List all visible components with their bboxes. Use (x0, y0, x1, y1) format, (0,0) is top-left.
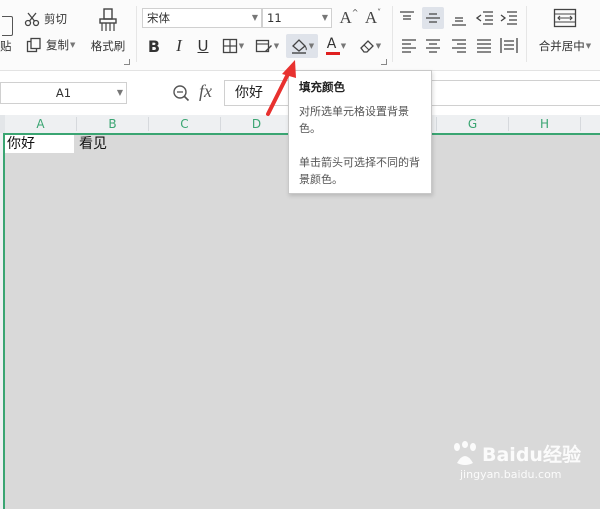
increase-indent-icon[interactable] (500, 11, 518, 25)
borders-button[interactable]: ▼ (218, 35, 248, 57)
zoom-function-icon[interactable] (172, 84, 190, 102)
chevron-down-icon: ▼ (585, 42, 592, 50)
group-separator (526, 6, 527, 62)
align-center-icon[interactable] (425, 39, 441, 53)
italic-icon: I (176, 36, 182, 55)
align-left-icon[interactable] (401, 39, 417, 53)
caret-down-icon: ˅ (377, 7, 382, 17)
merge-cells-icon (553, 8, 577, 28)
active-cell-a1[interactable]: 你好 (5, 135, 74, 153)
cut-button[interactable]: 剪切 (24, 9, 67, 29)
cell-b1[interactable]: 看见 (77, 135, 148, 153)
column-header[interactable]: B (77, 115, 148, 133)
fill-color-button[interactable]: ▼ (286, 34, 318, 58)
align-middle-icon (426, 13, 440, 23)
scissors-icon (24, 12, 40, 27)
name-box[interactable]: A1 ▼ (0, 82, 127, 104)
italic-button[interactable]: I (169, 35, 189, 57)
column-header[interactable]: G (437, 115, 508, 133)
cut-label: 剪切 (44, 12, 67, 26)
copy-button[interactable]: 复制 ▼ (26, 35, 75, 55)
format-painter-label: 格式刷 (90, 39, 126, 53)
group-expander-icon[interactable] (381, 59, 387, 65)
font-color-glyph: A (326, 36, 337, 52)
caret-up-icon: ^ (351, 7, 359, 17)
chevron-down-icon: ▼ (251, 13, 258, 22)
chevron-down-icon: ▼ (238, 42, 245, 50)
paste-label: 贴 (0, 39, 12, 53)
tooltip-description: 对所选单元格设置背景色。 (299, 105, 409, 135)
format-painter-icon (99, 8, 117, 31)
copy-label: 复制 (46, 38, 69, 52)
name-box-value: A1 (55, 86, 72, 100)
distributed-icon[interactable] (500, 37, 518, 54)
bold-button[interactable]: B (144, 35, 164, 57)
chevron-down-icon: ▼ (340, 42, 347, 50)
tooltip-title: 填充颜色 (299, 80, 345, 94)
group-expander-icon[interactable] (124, 59, 130, 65)
cell-style-button[interactable]: ▼ (252, 35, 282, 57)
increase-font-size-icon: A (339, 8, 352, 27)
tooltip-hint: 单击箭头可选择不同的背景颜色。 (299, 156, 420, 186)
copy-icon (26, 37, 41, 53)
chevron-down-icon: ▼ (116, 88, 123, 97)
underline-icon: U (197, 37, 209, 55)
font-name-value: 宋体 (147, 11, 170, 25)
column-header[interactable]: C (149, 115, 220, 133)
merge-center-label: 合并居中 (538, 39, 585, 53)
font-name-select[interactable]: 宋体 ▼ (142, 8, 262, 28)
bold-icon: B (147, 36, 161, 56)
align-bottom-icon[interactable] (451, 13, 467, 27)
align-top-icon[interactable] (399, 11, 415, 25)
borders-icon (222, 38, 237, 54)
align-middle-button[interactable] (422, 7, 444, 29)
justify-icon[interactable] (476, 39, 492, 53)
cell-b1-text: 看见 (79, 136, 107, 152)
watermark-brand: Baidu经验 (482, 444, 581, 466)
formula-input-value: 你好 (235, 85, 263, 101)
group-separator (392, 6, 393, 62)
column-header[interactable]: A (5, 115, 76, 133)
insert-function-icon[interactable]: fx (199, 81, 212, 102)
baidu-watermark: Baidu经验 jingyan.baidu.com (450, 440, 581, 481)
font-color-button[interactable]: A ▼ (322, 35, 350, 57)
paw-logo-icon (454, 440, 476, 465)
chevron-down-icon: ▼ (273, 42, 280, 50)
clear-button[interactable]: ▼ (355, 35, 385, 57)
group-separator (136, 6, 137, 62)
watermark-url: jingyan.baidu.com (460, 468, 562, 481)
font-size-select[interactable]: 11 ▼ (262, 8, 332, 28)
selection-border (3, 133, 5, 509)
decrease-font-size-button[interactable]: A ˅ (364, 8, 382, 28)
underline-button[interactable]: U (193, 35, 213, 57)
chevron-down-icon: ▼ (70, 41, 76, 49)
align-right-icon[interactable] (451, 39, 467, 53)
font-color-bar (325, 52, 340, 55)
column-header[interactable]: H (509, 115, 580, 133)
decrease-indent-icon[interactable] (476, 11, 494, 25)
cell-style-icon (255, 39, 272, 53)
merge-center-button[interactable]: 合并居中 ▼ (532, 8, 598, 58)
eraser-icon (359, 40, 374, 53)
fill-color-tooltip: 填充颜色 对所选单元格设置背景色。 单击箭头可选择不同的背景颜色。 (288, 70, 432, 194)
cell-a1-text: 你好 (7, 136, 35, 152)
paint-bucket-icon (291, 38, 307, 54)
chevron-down-icon: ▼ (375, 42, 382, 50)
annotation-arrow-icon (266, 60, 296, 116)
format-painter-button[interactable]: 格式刷 (88, 8, 128, 58)
increase-font-size-button[interactable]: A ^ (339, 7, 359, 28)
font-color-icon: A (325, 36, 340, 55)
chevron-down-icon: ▼ (308, 42, 315, 50)
chevron-down-icon: ▼ (321, 13, 328, 22)
paste-icon (1, 16, 13, 36)
decrease-font-size-icon: A (364, 8, 378, 27)
font-size-value: 11 (267, 11, 282, 25)
